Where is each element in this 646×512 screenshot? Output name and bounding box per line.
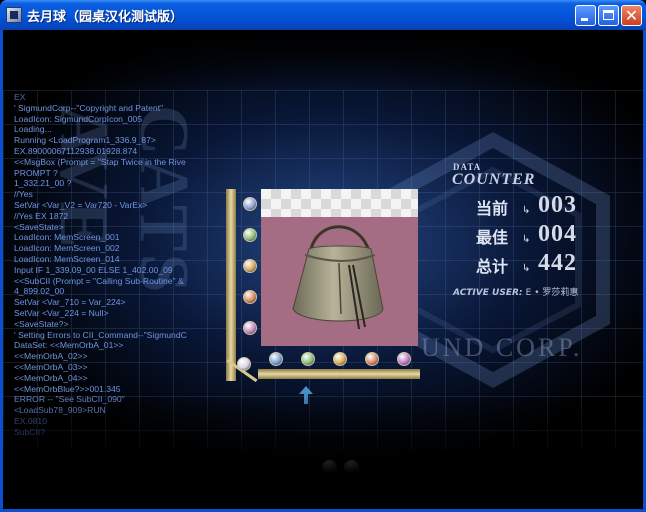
counter-heading: COUNTER: [452, 171, 536, 188]
corner-mark-icon: ↳: [522, 205, 531, 216]
console-line: Running <LoadProgram1_336.9_87>: [14, 135, 156, 146]
console-line: EX.89000067112938.01928.874: [14, 145, 138, 156]
console-line: <SaveState>: [14, 221, 64, 232]
game-window: 去月球（园桌汉化测试版） ✕ CATS AVE EX ' SigmundCorp-…: [0, 0, 646, 512]
close-icon: ✕: [624, 6, 639, 25]
memory-item-view[interactable]: [261, 189, 418, 346]
counter-value: 004: [538, 221, 577, 247]
frame-rail-bottom: [258, 369, 420, 379]
memory-orb[interactable]: [243, 197, 257, 211]
corp-watermark: UND CORP.: [421, 333, 583, 362]
frame-rail-left: [226, 189, 236, 381]
console-line: SetVar <Var_710 = Var_224>: [14, 297, 126, 308]
memory-frame: [226, 189, 421, 383]
console-line: EX: [14, 92, 26, 102]
console-line: LoadIcon: SigmundCorpIcon_005: [14, 113, 143, 124]
handbag-icon: [292, 225, 384, 330]
console-line: ' Setting Errors to CII_Command--"Sigmun…: [14, 329, 187, 340]
fade-top: [3, 30, 643, 90]
window-title: 去月球（园桌汉化测试版）: [27, 10, 184, 25]
console-line: //Yes EX 1872: [14, 210, 69, 221]
console-line: <<MemOrbA_02>>: [14, 351, 88, 362]
console-line: PROMPT ?: [14, 167, 58, 178]
console-line: LoadIcon: MemScreen_014: [14, 253, 120, 264]
console-line: SetVar <Var_V2 = Var720 - VarEx>: [14, 199, 148, 210]
counter-row-best: 最佳 ↳ 004: [450, 221, 620, 249]
app-icon[interactable]: [6, 7, 22, 23]
maximize-button[interactable]: [598, 5, 619, 26]
console-line: 4_899.02_00: [14, 286, 65, 297]
data-counter-panel: DATA COUNTER 当前 ↳ 003 最佳 ↳ 004 总计 ↳ 442 …: [450, 158, 620, 298]
console-line: Input IF 1_339.09_00 ELSE 1_402.00_09: [14, 264, 173, 275]
minimize-icon: [581, 18, 588, 21]
memory-orb[interactable]: [333, 352, 347, 366]
counter-label: 总计: [476, 257, 509, 276]
corner-mark-icon: ↳: [522, 263, 531, 274]
console-line: <<SubCII (Prompt = "Calling Sub-Routine"…: [14, 275, 184, 286]
maximize-icon: [603, 10, 614, 20]
console-line: <SaveState?>: [14, 318, 69, 329]
active-user: ACTIVE USER: E • 罗莎莉惠: [453, 285, 578, 298]
memory-orb[interactable]: [243, 228, 257, 242]
console-line: <<MemOrbA_03>>: [14, 361, 88, 372]
console-line: LoadIcon: MemScreen_002: [14, 243, 120, 254]
memory-orb[interactable]: [243, 259, 257, 273]
title-bar[interactable]: 去月球（园桌汉化测试版） ✕: [0, 0, 646, 30]
memory-orb[interactable]: [237, 357, 251, 371]
memory-orb[interactable]: [243, 321, 257, 335]
console-line: 1_332.21_00 ?: [14, 178, 72, 189]
close-button[interactable]: ✕: [621, 5, 642, 26]
memory-orb[interactable]: [243, 290, 257, 304]
console-line: DataSet: <<MemOrbA_01>>: [14, 340, 124, 351]
memory-orb[interactable]: [365, 352, 379, 366]
counter-value: 442: [538, 250, 577, 276]
console-line: Loading...: [14, 124, 52, 135]
active-user-value: E • 罗莎莉惠: [525, 288, 579, 298]
memory-orb[interactable]: [301, 352, 315, 366]
console-line: //Yes: [14, 189, 33, 200]
memory-orb[interactable]: [397, 352, 411, 366]
counter-value: 003: [538, 192, 577, 218]
console-line: SetVar <Var_224 = Null>: [14, 307, 109, 318]
console-line: <<MsgBox (Prompt = "Stap Twice in the Ri…: [14, 156, 186, 167]
corner-mark-icon: ↳: [522, 234, 531, 245]
counter-row-current: 当前 ↳ 003: [450, 192, 620, 220]
console-line: ' SigmundCorp--"Copyright and Patent": [14, 102, 164, 113]
counter-row-total: 总计 ↳ 442: [450, 250, 620, 278]
minimize-button[interactable]: [575, 5, 596, 26]
memory-orb[interactable]: [269, 352, 283, 366]
counter-label: 当前: [476, 199, 509, 218]
counter-label: 最佳: [476, 228, 509, 247]
fade-bottom: [3, 390, 643, 509]
active-user-label: ACTIVE USER:: [453, 288, 523, 298]
console-line: LoadIcon: MemScreen_001: [14, 232, 120, 243]
console-line: <<MemOrbA_04>>: [14, 372, 88, 383]
game-canvas[interactable]: CATS AVE EX ' SigmundCorp--"Copyright and…: [3, 30, 643, 509]
